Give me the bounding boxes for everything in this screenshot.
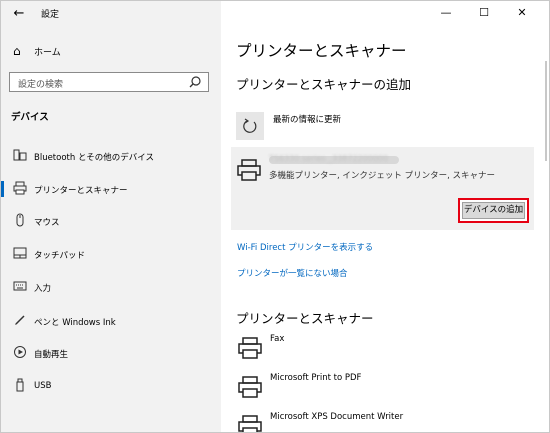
add-device-button[interactable]: デバイスの追加 (462, 202, 525, 219)
mouse-icon (16, 213, 24, 227)
printer-icon (237, 159, 261, 181)
search-icon (189, 76, 201, 88)
sidebar-item-label: プリンターとスキャナー (34, 186, 128, 196)
sidebar-item-autoplay[interactable]: 自動再生 (1, 340, 221, 366)
printer-icon (238, 337, 262, 359)
usb-icon (16, 378, 24, 392)
sidebar-section-title: デバイス (11, 112, 49, 123)
printer-icon (13, 181, 27, 195)
refresh-icon (243, 118, 257, 133)
refresh-label[interactable]: 最新の情報に更新 (273, 113, 341, 125)
sidebar-item-label: 入力 (34, 284, 52, 294)
sidebar-item-mouse[interactable]: マウス (1, 208, 221, 234)
printer-name: Microsoft XPS Document Writer (270, 412, 404, 422)
refresh-button[interactable] (236, 112, 264, 140)
window-controls: — ☐ ✕ (221, 1, 549, 27)
printer-name: Microsoft Print to PDF (270, 373, 362, 383)
sidebar-item-printers[interactable]: プリンターとスキャナー (1, 176, 221, 202)
title-bar: ← 設定 (1, 1, 221, 27)
sidebar-item-label: マウス (34, 218, 60, 228)
close-icon[interactable]: ✕ (505, 1, 539, 25)
sidebar-item-label: ペンと Windows Ink (34, 318, 116, 328)
add-device-button-highlight: デバイスの追加 (458, 198, 529, 223)
home-icon: ⌂ (13, 44, 21, 58)
sidebar-item-bluetooth[interactable]: Bluetooth とその他のデバイス (1, 143, 221, 169)
active-indicator (1, 181, 4, 197)
device-name: TS6330 series _33872200000 (269, 154, 389, 163)
sidebar-item-label: タッチパッド (34, 251, 86, 261)
printer-list-item[interactable]: Fax (236, 334, 536, 366)
sidebar-item-usb[interactable]: USB (1, 373, 221, 399)
bluetooth-devices-icon (13, 149, 27, 161)
home-label: ホーム (34, 48, 61, 58)
device-type: 多機能プリンター, インクジェット プリンター, スキャナー (269, 171, 496, 181)
search-input[interactable]: 設定の検索 (9, 72, 209, 92)
scrollbar[interactable] (545, 61, 547, 161)
printer-not-listed-link[interactable]: プリンターが一覧にない場合 (237, 267, 348, 279)
printer-list-title: プリンターとスキャナー (236, 311, 374, 326)
maximize-icon[interactable]: ☐ (467, 1, 501, 25)
page-title: プリンターとスキャナー (236, 42, 407, 60)
add-section-title: プリンターとスキャナーの追加 (236, 77, 412, 92)
home-nav-item[interactable]: ⌂ ホーム (1, 39, 221, 63)
back-arrow-icon[interactable]: ← (9, 4, 29, 24)
pdf-printer-icon (238, 376, 262, 398)
printer-list-item[interactable]: Microsoft Print to PDF (236, 373, 536, 405)
pen-icon (15, 315, 25, 325)
xps-printer-icon (238, 415, 262, 432)
sidebar-item-label: USB (34, 381, 52, 391)
settings-window: ← 設定 ⌂ ホーム 設定の検索 デバイス Bluetooth とその他のデバイ… (0, 0, 550, 433)
app-title: 設定 (41, 10, 60, 20)
autoplay-icon (14, 346, 26, 358)
keyboard-icon (13, 281, 27, 291)
minimize-icon[interactable]: — (429, 1, 463, 25)
sidebar-item-input[interactable]: 入力 (1, 274, 221, 300)
printer-list-item[interactable]: Microsoft XPS Document Writer (236, 412, 536, 432)
sidebar: ← 設定 ⌂ ホーム 設定の検索 デバイス Bluetooth とその他のデバイ… (1, 1, 221, 432)
sidebar-item-pen[interactable]: ペンと Windows Ink (1, 308, 221, 334)
found-device-card[interactable]: TS6330 series _33872200000 多機能プリンター, インク… (231, 147, 534, 230)
wifi-direct-link[interactable]: Wi-Fi Direct プリンターを表示する (237, 241, 373, 253)
sidebar-item-label: Bluetooth とその他のデバイス (34, 153, 154, 163)
sidebar-item-touchpad[interactable]: タッチパッド (1, 241, 221, 267)
sidebar-item-label: 自動再生 (34, 350, 69, 360)
search-placeholder: 設定の検索 (18, 80, 64, 90)
main-content: — ☐ ✕ プリンターとスキャナー プリンターとスキャナーの追加 最新の情報に更… (221, 1, 549, 432)
printer-name: Fax (270, 334, 285, 344)
touchpad-icon (13, 247, 27, 259)
